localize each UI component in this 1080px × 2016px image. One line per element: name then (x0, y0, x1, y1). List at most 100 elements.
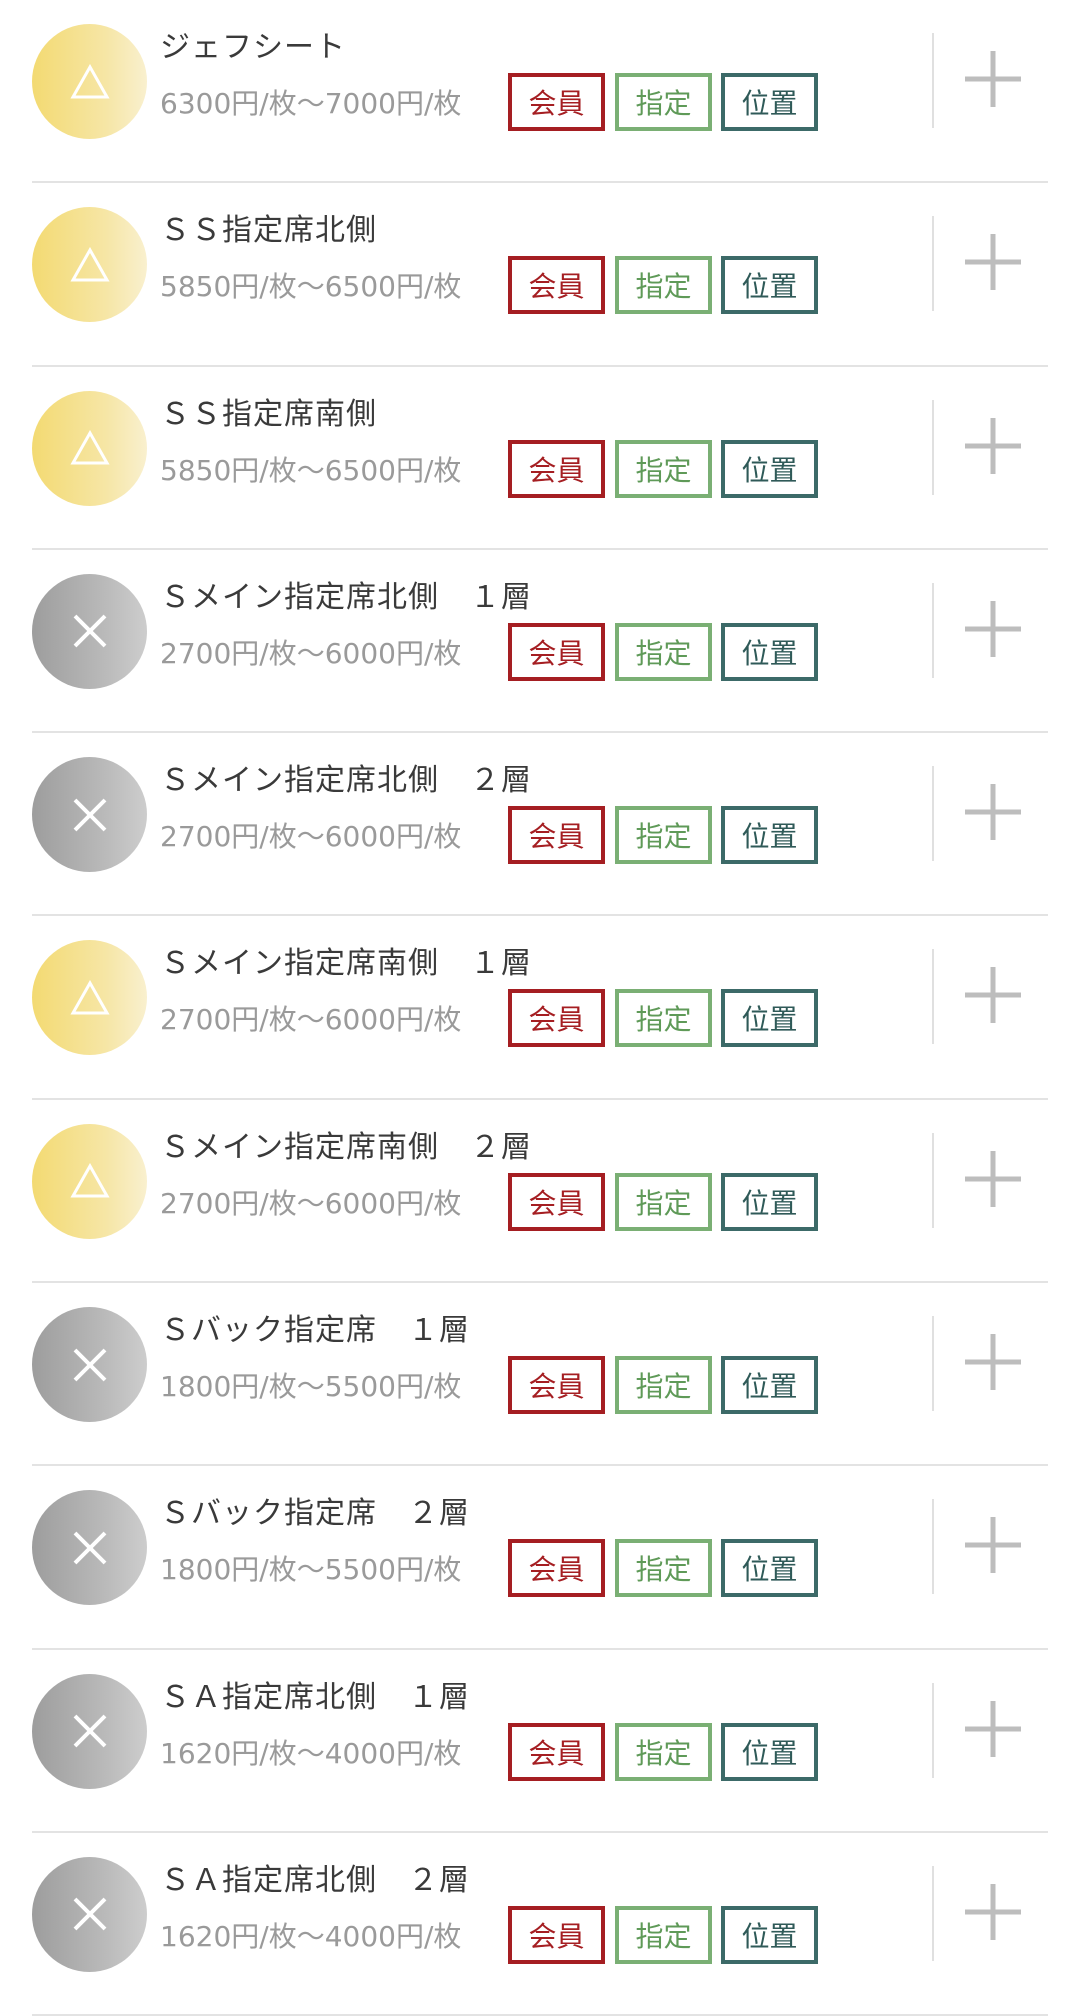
add-seat-button[interactable] (962, 1150, 1024, 1212)
add-seat-button[interactable] (962, 1883, 1024, 1945)
availability-limited-icon (32, 940, 147, 1056)
seat-name: ＳＡ指定席北側 ２層 (160, 1862, 470, 1898)
divider (932, 33, 934, 128)
sold-out-icon (32, 1673, 147, 1789)
add-seat-button[interactable] (962, 966, 1024, 1028)
reserved-tag: 指定 (615, 622, 712, 681)
sold-out-icon (32, 1856, 147, 1972)
add-seat-button[interactable] (962, 1516, 1024, 1578)
availability-limited-icon (32, 207, 147, 323)
seat-name: Ｓメイン指定席北側 ２層 (160, 763, 532, 799)
reserved-tag: 指定 (615, 806, 712, 865)
member-tag: 会員 (508, 622, 605, 681)
member-tag: 会員 (508, 1905, 605, 1964)
seat-row[interactable]: Ｓメイン指定席北側 １層 2700円/枚〜6000円/枚 会員 指定 位置 (32, 550, 1048, 734)
seat-row[interactable]: Ｓメイン指定席南側 ２層 2700円/枚〜6000円/枚 会員 指定 位置 (32, 1100, 1048, 1284)
seat-name: Ｓバック指定席 ２層 (160, 1496, 470, 1532)
plus-icon (963, 599, 1023, 663)
position-tag[interactable]: 位置 (721, 73, 818, 131)
seat-name: Ｓメイン指定席南側 ２層 (160, 1129, 532, 1165)
reserved-tag: 指定 (615, 73, 712, 131)
seat-row[interactable]: Ｓメイン指定席南側 １層 2700円/枚〜6000円/枚 会員 指定 位置 (32, 916, 1048, 1100)
divider (932, 1316, 934, 1412)
position-tag[interactable]: 位置 (721, 1905, 818, 1964)
add-seat-button[interactable] (962, 417, 1024, 479)
position-tag[interactable]: 位置 (721, 1356, 818, 1415)
plus-icon (963, 1332, 1023, 1396)
position-tag[interactable]: 位置 (721, 806, 818, 865)
seat-price-range: 2700円/枚〜6000円/枚 (160, 1003, 462, 1037)
reserved-tag: 指定 (615, 439, 712, 498)
seat-price-range: 2700円/枚〜6000円/枚 (160, 636, 462, 670)
plus-icon (963, 1149, 1023, 1213)
divider (932, 766, 934, 862)
position-tag[interactable]: 位置 (721, 989, 818, 1048)
seat-name: ＳＳ指定席北側 (160, 213, 377, 249)
seat-row[interactable]: Ｓメイン指定席北側 ２層 2700円/枚〜6000円/枚 会員 指定 位置 (32, 733, 1048, 917)
member-tag: 会員 (508, 989, 605, 1048)
position-tag[interactable]: 位置 (721, 1172, 818, 1231)
position-tag[interactable]: 位置 (721, 622, 818, 681)
divider (932, 1499, 934, 1595)
divider (932, 949, 934, 1045)
reserved-tag: 指定 (615, 989, 712, 1048)
sold-out-icon (32, 1490, 147, 1606)
member-tag: 会員 (508, 439, 605, 498)
seat-row[interactable]: Ｓバック指定席 ２層 1800円/枚〜5500円/枚 会員 指定 位置 (32, 1466, 1048, 1650)
availability-limited-icon (32, 24, 147, 139)
position-tag[interactable]: 位置 (721, 1722, 818, 1781)
availability-limited-icon (32, 1123, 147, 1239)
seat-price-range: 1620円/枚〜4000円/枚 (160, 1736, 462, 1770)
plus-icon (963, 965, 1023, 1029)
position-tag[interactable]: 位置 (721, 256, 818, 315)
reserved-tag: 指定 (615, 1905, 712, 1964)
member-tag: 会員 (508, 73, 605, 131)
seat-price-range: 2700円/枚〜6000円/枚 (160, 820, 462, 854)
plus-icon (963, 232, 1023, 296)
seat-price-range: 5850円/枚〜6500円/枚 (160, 270, 462, 304)
seat-name: Ｓメイン指定席南側 １層 (160, 946, 532, 982)
add-seat-button[interactable] (962, 783, 1024, 845)
reserved-tag: 指定 (615, 1172, 712, 1231)
seat-price-range: 5850円/枚〜6500円/枚 (160, 453, 462, 487)
divider (932, 216, 934, 312)
seat-price-range: 6300円/枚〜7000円/枚 (160, 87, 462, 120)
divider (932, 399, 934, 495)
plus-icon (963, 1699, 1023, 1763)
sold-out-icon (32, 573, 147, 689)
plus-icon (963, 1882, 1023, 1946)
plus-icon (963, 1515, 1023, 1579)
seat-row[interactable]: ジェフシート 6300円/枚〜7000円/枚 会員 指定 位置 (32, 0, 1048, 184)
seat-name: ジェフシート (160, 30, 346, 65)
seat-row[interactable]: ＳＡ指定席北側 ２層 1620円/枚〜4000円/枚 会員 指定 位置 (32, 1833, 1048, 2016)
reserved-tag: 指定 (615, 256, 712, 315)
reserved-tag: 指定 (615, 1539, 712, 1598)
sold-out-icon (32, 757, 147, 873)
member-tag: 会員 (508, 1722, 605, 1781)
seat-row[interactable]: ＳＳ指定席北側 5850円/枚〜6500円/枚 会員 指定 位置 (32, 183, 1048, 367)
reserved-tag: 指定 (615, 1722, 712, 1781)
seat-name: ＳＡ指定席北側 １層 (160, 1679, 470, 1715)
availability-limited-icon (32, 390, 147, 506)
member-tag: 会員 (508, 1172, 605, 1231)
seat-price-range: 1800円/枚〜5500円/枚 (160, 1553, 462, 1587)
seat-name: Ｓバック指定席 １層 (160, 1313, 470, 1349)
add-seat-button[interactable] (962, 233, 1024, 295)
plus-icon (963, 49, 1023, 113)
position-tag[interactable]: 位置 (721, 1539, 818, 1598)
seat-row[interactable]: ＳＡ指定席北側 １層 1620円/枚〜4000円/枚 会員 指定 位置 (32, 1650, 1048, 1833)
member-tag: 会員 (508, 1356, 605, 1415)
reserved-tag: 指定 (615, 1356, 712, 1415)
seat-row[interactable]: Ｓバック指定席 １層 1800円/枚〜5500円/枚 会員 指定 位置 (32, 1283, 1048, 1467)
member-tag: 会員 (508, 806, 605, 865)
add-seat-button[interactable] (962, 1333, 1024, 1395)
add-seat-button[interactable] (962, 50, 1024, 112)
seat-name: ＳＳ指定席南側 (160, 396, 377, 432)
sold-out-icon (32, 1307, 147, 1423)
seat-row[interactable]: ＳＳ指定席南側 5850円/枚〜6500円/枚 会員 指定 位置 (32, 367, 1048, 550)
seat-price-range: 1620円/枚〜4000円/枚 (160, 1919, 462, 1953)
member-tag: 会員 (508, 256, 605, 315)
position-tag[interactable]: 位置 (721, 439, 818, 498)
add-seat-button[interactable] (962, 1700, 1024, 1762)
add-seat-button[interactable] (962, 600, 1024, 662)
